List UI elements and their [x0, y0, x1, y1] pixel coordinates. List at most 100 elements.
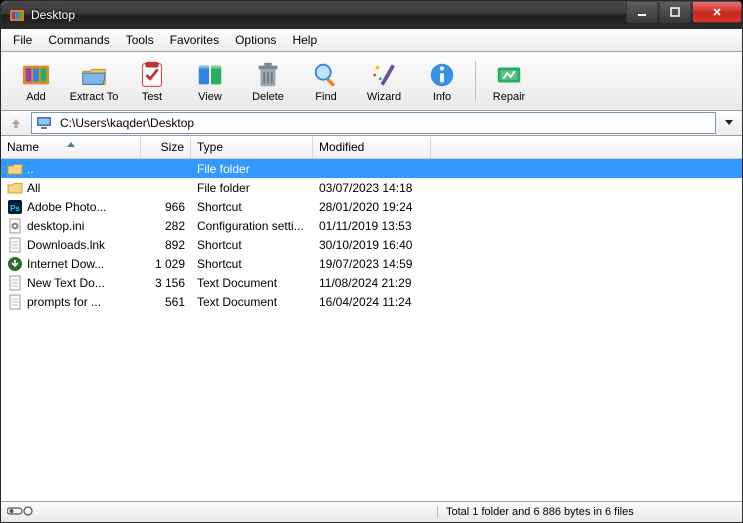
info-button[interactable]: Info — [413, 53, 471, 109]
cell-name: Downloads.lnk — [1, 237, 141, 253]
toolbar-label: Info — [433, 91, 451, 103]
address-dropdown[interactable] — [722, 120, 736, 126]
file-list[interactable]: ..File folderAllFile folder03/07/2023 14… — [1, 159, 742, 501]
status-bar: Total 1 folder and 6 886 bytes in 6 file… — [1, 501, 742, 522]
column-modified[interactable]: Modified — [313, 136, 431, 158]
up-button[interactable] — [7, 114, 25, 132]
toolbar-label: Wizard — [367, 91, 401, 103]
file-name: Adobe Photo... — [27, 200, 106, 214]
file-row[interactable]: Downloads.lnk892Shortcut30/10/2019 16:40 — [1, 235, 742, 254]
toolbar-label: Add — [26, 91, 46, 103]
info-icon — [426, 60, 458, 90]
status-summary: Total 1 folder and 6 886 bytes in 6 file… — [437, 506, 742, 518]
column-label: Name — [7, 140, 39, 154]
menu-help[interactable]: Help — [284, 31, 325, 49]
doc-icon — [7, 294, 23, 310]
cell-modified: 19/07/2023 14:59 — [313, 257, 431, 271]
maximize-button[interactable] — [659, 2, 691, 23]
file-row[interactable]: desktop.ini282Configuration setti...01/1… — [1, 216, 742, 235]
doc-icon — [7, 237, 23, 253]
menu-commands[interactable]: Commands — [40, 31, 117, 49]
column-label: Size — [161, 140, 184, 154]
cell-name: prompts for ... — [1, 294, 141, 310]
menu-tools[interactable]: Tools — [118, 31, 162, 49]
cell-name: desktop.ini — [1, 218, 141, 234]
toolbar-label: Repair — [493, 91, 525, 103]
cell-name: New Text Do... — [1, 275, 141, 291]
wizard-icon — [368, 60, 400, 90]
file-row[interactable]: New Text Do...3 156Text Document11/08/20… — [1, 273, 742, 292]
file-row[interactable]: PsAdobe Photo...966Shortcut28/01/2020 19… — [1, 197, 742, 216]
file-name: .. — [27, 162, 34, 176]
toolbar-label: Test — [142, 91, 162, 103]
cell-type: Configuration setti... — [191, 219, 313, 233]
ps-icon: Ps — [7, 199, 23, 215]
window-controls — [625, 2, 742, 22]
status-indicator-icon — [7, 506, 33, 519]
add-icon — [20, 60, 52, 90]
file-row[interactable]: prompts for ... 561Text Document16/04/202… — [1, 292, 742, 311]
file-name: prompts for ... — [27, 295, 101, 309]
sort-asc-icon — [67, 136, 75, 150]
test-button[interactable]: Test — [123, 53, 181, 109]
menu-bar: FileCommandsToolsFavoritesOptionsHelp — [1, 29, 742, 52]
cell-size: 282 — [141, 219, 191, 233]
address-box[interactable] — [31, 112, 716, 134]
cell-name: All — [1, 180, 141, 196]
minimize-button[interactable] — [626, 2, 658, 23]
idm-icon — [7, 256, 23, 272]
column-size[interactable]: Size — [141, 136, 191, 158]
view-button[interactable]: View — [181, 53, 239, 109]
extract-button[interactable]: Extract To — [65, 53, 123, 109]
cell-modified: 16/04/2024 11:24 — [313, 295, 431, 309]
toolbar-label: Extract To — [70, 91, 119, 103]
close-button[interactable] — [692, 2, 742, 23]
cell-modified: 01/11/2019 13:53 — [313, 219, 431, 233]
toolbar-label: Find — [315, 91, 336, 103]
cell-size: 966 — [141, 200, 191, 214]
file-row[interactable]: ..File folder — [1, 159, 742, 178]
status-left — [1, 506, 437, 519]
svg-text:Ps: Ps — [10, 204, 20, 213]
toolbar-label: Delete — [252, 91, 284, 103]
cell-type: Text Document — [191, 276, 313, 290]
repair-button[interactable]: Repair — [480, 53, 538, 109]
cell-name: Ps Adobe Photo... — [1, 199, 141, 215]
column-label: Type — [197, 140, 223, 154]
view-icon — [194, 60, 226, 90]
cell-size: 3 156 — [141, 276, 191, 290]
path-input[interactable] — [58, 115, 711, 131]
add-button[interactable]: Add — [7, 53, 65, 109]
cell-type: Text Document — [191, 295, 313, 309]
cell-type: Shortcut — [191, 257, 313, 271]
column-name[interactable]: Name — [1, 136, 141, 158]
cell-size: 561 — [141, 295, 191, 309]
menu-favorites[interactable]: Favorites — [162, 31, 227, 49]
cell-size: 892 — [141, 238, 191, 252]
delete-icon — [252, 60, 284, 90]
cell-name: .. — [1, 161, 141, 177]
menu-options[interactable]: Options — [227, 31, 284, 49]
file-name: All — [27, 181, 40, 195]
cell-type: Shortcut — [191, 238, 313, 252]
file-row[interactable]: Internet Dow...1 029Shortcut19/07/2023 1… — [1, 254, 742, 273]
title-bar[interactable]: Desktop — [1, 1, 742, 29]
cell-type: File folder — [191, 181, 313, 195]
window-title: Desktop — [31, 8, 625, 22]
drive-icon — [36, 116, 52, 130]
file-row[interactable]: AllFile folder03/07/2023 14:18 — [1, 178, 742, 197]
column-headers: Name Size Type Modified — [1, 136, 742, 159]
folder-up-icon — [7, 161, 23, 177]
column-type[interactable]: Type — [191, 136, 313, 158]
app-window: Desktop FileCommandsToolsFavoritesOption… — [0, 0, 743, 523]
cell-modified: 28/01/2020 19:24 — [313, 200, 431, 214]
address-row — [1, 111, 742, 136]
wizard-button[interactable]: Wizard — [355, 53, 413, 109]
file-name: Internet Dow... — [27, 257, 104, 271]
app-icon — [9, 7, 25, 23]
find-button[interactable]: Find — [297, 53, 355, 109]
menu-file[interactable]: File — [5, 31, 40, 49]
find-icon — [310, 60, 342, 90]
test-icon — [136, 60, 168, 90]
delete-button[interactable]: Delete — [239, 53, 297, 109]
